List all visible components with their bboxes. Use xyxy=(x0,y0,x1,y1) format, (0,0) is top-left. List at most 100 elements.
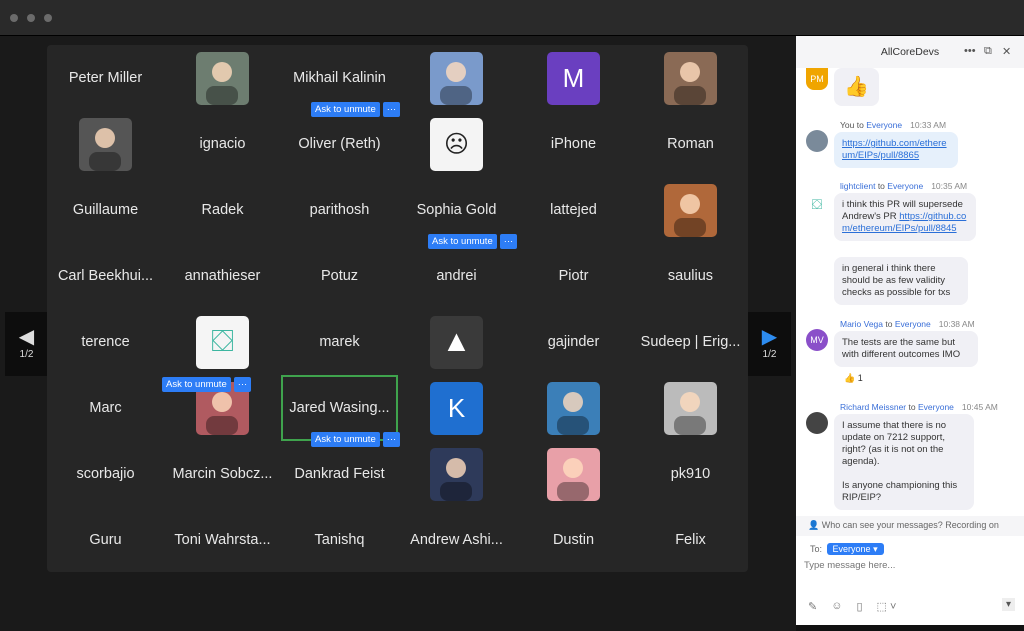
participant-tile[interactable]: iPhone xyxy=(515,111,632,177)
participant-tile[interactable]: ▲ xyxy=(398,309,515,375)
recipient: Everyone xyxy=(887,181,924,191)
ask-to-unmute-button[interactable]: Ask to unmute xyxy=(162,377,231,392)
participant-tile[interactable]: Felix xyxy=(632,507,749,573)
participant-tile[interactable]: Roman xyxy=(632,111,749,177)
next-page-button[interactable]: ▶ 1/2 xyxy=(748,312,791,376)
participant-tile[interactable]: Carl Beekhui... xyxy=(47,243,164,309)
participant-tile[interactable]: M xyxy=(515,45,632,111)
participant-grid: Peter Miller Mikhail Kalinin Mignacio Olive… xyxy=(47,45,748,572)
message-input[interactable] xyxy=(804,560,1014,571)
participant-tile[interactable] xyxy=(164,45,281,111)
participant-tile[interactable]: gajinder xyxy=(515,309,632,375)
reaction[interactable]: 👍 1 xyxy=(844,373,863,384)
participant-tile[interactable]: Sudeep | Erig... xyxy=(632,309,749,375)
participant-name: Sophia Gold xyxy=(416,202,497,218)
participant-tile[interactable] xyxy=(632,375,749,441)
participant-name: iPhone xyxy=(550,136,597,152)
participant-tile[interactable]: Radek xyxy=(164,177,281,243)
participant-tile[interactable] xyxy=(47,111,164,177)
participant-tile[interactable]: ⛋ xyxy=(164,309,281,375)
participant-avatar xyxy=(547,381,600,435)
participant-tile[interactable] xyxy=(398,441,515,507)
chat-header: AllCoreDevs ••• ⧉ ✕ xyxy=(796,36,1024,68)
screenshot-icon[interactable]: ⬚ ˅ xyxy=(877,600,897,613)
thumbs-up-icon: 👍 xyxy=(844,373,856,383)
participant-tile[interactable]: ignacio xyxy=(164,111,281,177)
participant-name: Tanishq xyxy=(314,532,365,548)
ask-to-unmute-control: Ask to unmute ··· xyxy=(311,432,401,447)
file-icon[interactable]: ▯ xyxy=(856,600,862,613)
privacy-text: Who can see your messages? Recording on xyxy=(821,520,999,530)
participant-tile[interactable]: Piotr xyxy=(515,243,632,309)
avatar xyxy=(806,412,828,434)
ask-to-unmute-button[interactable]: Ask to unmute xyxy=(311,432,380,447)
person-photo-icon xyxy=(89,127,121,171)
close-window-button[interactable] xyxy=(10,14,18,22)
participant-tile[interactable]: Potuz xyxy=(281,243,398,309)
participant-name: Marcin Sobcz... xyxy=(172,466,273,482)
close-icon[interactable]: ✕ xyxy=(1002,45,1011,58)
participant-tile[interactable] xyxy=(632,177,749,243)
participant-name: Piotr xyxy=(558,268,589,284)
message-text: Is anyone championing this RIP/EIP? xyxy=(842,480,958,503)
minimize-window-button[interactable] xyxy=(27,14,35,22)
ask-to-unmute-button[interactable]: Ask to unmute xyxy=(311,102,380,117)
participant-tile[interactable]: Dustin xyxy=(515,507,632,573)
avatar xyxy=(806,130,828,152)
recipient-dropdown[interactable]: Everyone ▾ xyxy=(826,543,884,555)
arrow-left-icon: ◀ xyxy=(18,326,35,348)
participant-tile[interactable]: annathieser xyxy=(164,243,281,309)
pop-out-icon[interactable]: ⧉ xyxy=(984,45,992,58)
participant-tile[interactable]: Dankrad Feist Ask to unmute ··· xyxy=(281,432,401,507)
to-word: to xyxy=(885,319,893,329)
participant-tile[interactable]: Andrew Ashi... xyxy=(398,507,515,573)
privacy-notice[interactable]: 👤 Who can see your messages? Recording o… xyxy=(796,516,1024,536)
ask-to-unmute-control: Ask to unmute ··· xyxy=(162,377,252,392)
participant-tile[interactable] xyxy=(515,375,632,441)
emoji-icon[interactable]: ☺ xyxy=(831,600,842,613)
participant-tile[interactable]: Guillaume xyxy=(47,177,164,243)
participant-tile[interactable]: saulius xyxy=(632,243,749,309)
participant-tile[interactable]: Guru xyxy=(47,507,164,573)
timestamp: 10:38 AM xyxy=(938,319,975,329)
more-options-button[interactable]: ··· xyxy=(233,377,252,392)
participant-tile[interactable] xyxy=(398,45,515,111)
participant-tile[interactable]: parithosh xyxy=(281,177,398,243)
ask-to-unmute-button[interactable]: Ask to unmute xyxy=(428,234,497,249)
participant-tile[interactable] xyxy=(515,441,632,507)
participant-tile[interactable]: pk910 xyxy=(632,441,749,507)
participant-name: marek xyxy=(319,334,360,350)
face-drawing-icon: ☹ xyxy=(443,130,470,158)
participant-tile[interactable]: Oliver (Reth) Ask to unmute ··· xyxy=(281,102,401,177)
ask-to-unmute-control: Ask to unmute ··· xyxy=(311,102,401,117)
participant-tile[interactable]: marek xyxy=(281,309,398,375)
participant-tile[interactable]: Tanishq xyxy=(281,507,398,573)
participant-tile[interactable]: Toni Wahrsta... xyxy=(164,507,281,573)
participant-tile[interactable]: lattejed xyxy=(515,177,632,243)
participant-name: gajinder xyxy=(547,334,600,350)
send-icon[interactable]: ▾ xyxy=(1002,598,1016,611)
previous-page-button[interactable]: ◀ 1/2 xyxy=(5,312,48,376)
participant-tile[interactable]: scorbajio xyxy=(47,441,164,507)
participant-name: Mikhail Kalinin xyxy=(293,70,386,86)
participant-tile[interactable]: terence xyxy=(47,309,164,375)
participant-tile[interactable]: ☹ xyxy=(398,111,515,177)
timestamp: 10:33 AM xyxy=(910,120,947,130)
participant-name: Peter Miller xyxy=(68,70,143,86)
participant-tile[interactable]: Marcin Sobcz... xyxy=(164,441,281,507)
participant-tile[interactable]: Marc xyxy=(47,375,164,441)
zoom-window-button[interactable] xyxy=(44,14,52,22)
participant-tile[interactable]: K xyxy=(398,375,515,441)
participant-tile[interactable] xyxy=(632,45,749,111)
message-link[interactable]: https://github.com/ethereum/EIPs/pull/88… xyxy=(842,138,947,161)
participant-tile[interactable]: Peter Miller xyxy=(47,45,164,111)
participant-avatar xyxy=(547,447,600,501)
participant-name: Guru xyxy=(89,532,122,548)
timestamp: 10:35 AM xyxy=(931,181,968,191)
participant-tile[interactable]: Ask to unmute ··· xyxy=(162,375,281,441)
ask-to-unmute-control: Ask to unmute ··· xyxy=(428,234,518,249)
more-icon[interactable]: ••• xyxy=(964,45,976,57)
format-icon[interactable]: ✎ xyxy=(808,600,817,613)
participant-avatar xyxy=(430,447,483,501)
participant-tile[interactable]: andrei Ask to unmute ··· xyxy=(398,234,518,309)
